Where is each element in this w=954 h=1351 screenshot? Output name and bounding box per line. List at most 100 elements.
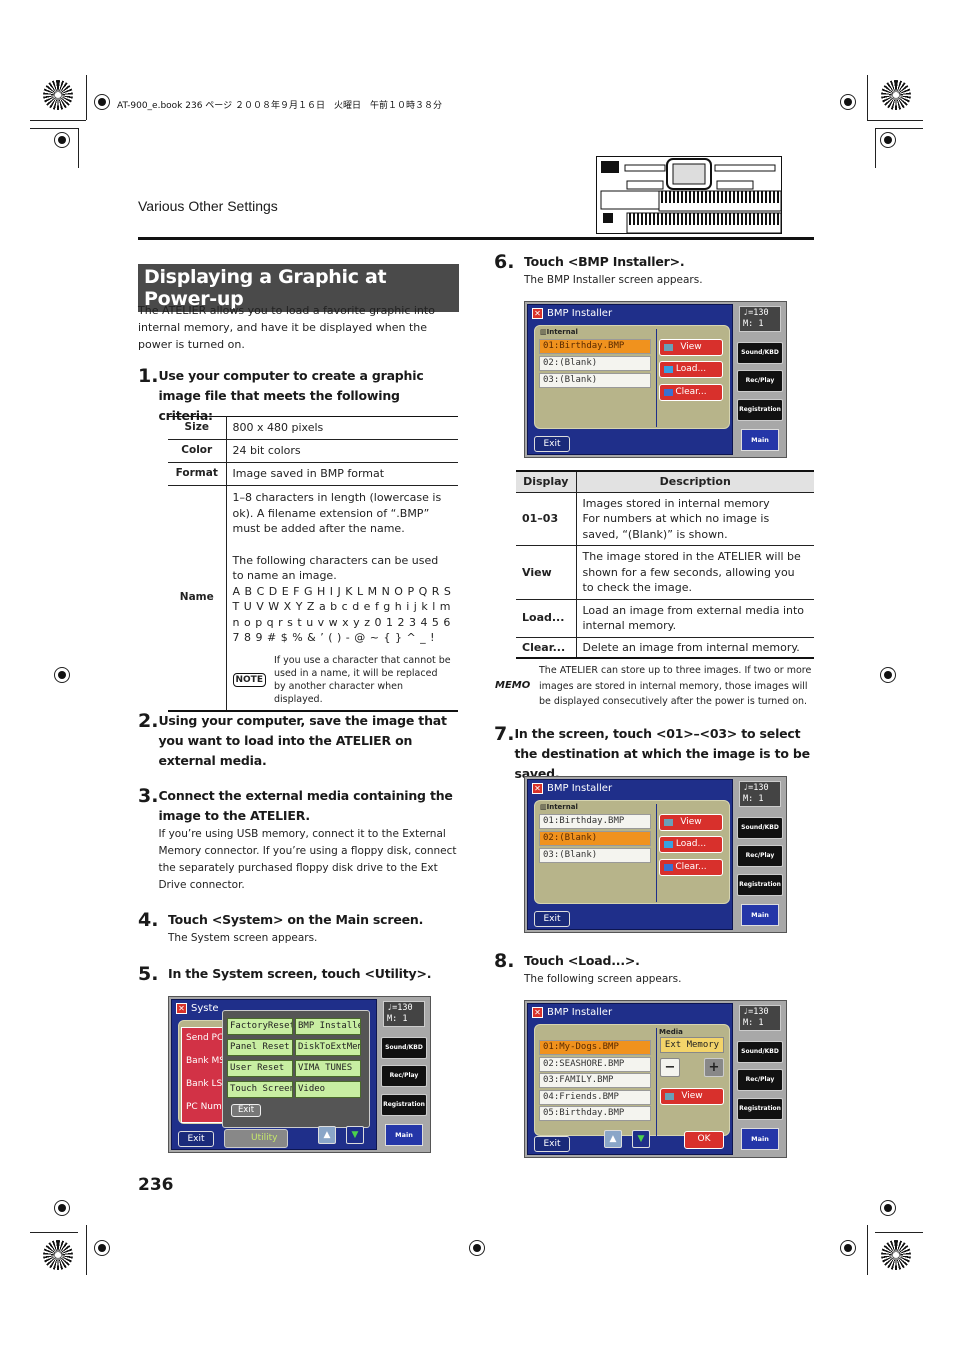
system-item[interactable]: Send PC: [186, 1033, 223, 1043]
crop-mark: [867, 120, 923, 121]
load-button[interactable]: Load...: [659, 836, 723, 853]
black-key: [757, 213, 759, 225]
registration-button[interactable]: Registration: [737, 1098, 783, 1120]
rec-play-button[interactable]: Rec/Play: [737, 845, 783, 867]
black-key: [709, 213, 711, 225]
utility-tab[interactable]: Utility: [224, 1129, 288, 1148]
criteria-value: 800 x 480 pixels: [226, 416, 458, 440]
utility-item-user-reset[interactable]: User Reset: [227, 1060, 293, 1077]
media-select[interactable]: Ext Memory: [660, 1037, 724, 1053]
black-key: [749, 191, 751, 203]
side-panel: ♩=130 M: 1 Sound/KBD Rec/Play Registratio…: [736, 779, 784, 930]
scroll-down-button[interactable]: ▼: [346, 1126, 364, 1144]
sound-kbd-button[interactable]: Sound/KBD: [381, 1037, 427, 1059]
close-icon[interactable]: ✕: [532, 1007, 543, 1018]
sound-kbd-button[interactable]: Sound/KBD: [737, 342, 783, 364]
list-item[interactable]: 01:My-Dogs.BMP: [539, 1040, 651, 1055]
sound-kbd-button[interactable]: Sound/KBD: [737, 1041, 783, 1063]
black-key: [753, 213, 755, 225]
screen-title: BMP Installer: [547, 783, 613, 794]
scroll-up-button[interactable]: ▲: [318, 1126, 336, 1144]
black-key: [773, 191, 775, 203]
main-button[interactable]: Main: [741, 1128, 779, 1150]
utility-item-video[interactable]: Video: [295, 1081, 361, 1098]
step-body: The BMP Installer screen appears.: [524, 274, 703, 286]
step-3: 3. Connect the external media containing…: [138, 786, 458, 894]
row-value: The image stored in the ATELIER will be …: [576, 545, 814, 600]
system-item[interactable]: Bank LS: [186, 1079, 222, 1089]
exit-button[interactable]: Exit: [534, 436, 570, 452]
screen-title: BMP Installer: [547, 308, 613, 319]
clear-button[interactable]: Clear...: [659, 384, 723, 401]
registration-button[interactable]: Registration: [737, 874, 783, 896]
view-button[interactable]: View: [659, 339, 723, 356]
list-item[interactable]: 03:(Blank): [539, 373, 651, 388]
utility-item-panel-reset[interactable]: Panel Reset: [227, 1039, 293, 1056]
main-button[interactable]: Main: [741, 429, 779, 451]
utility-item-touch-screen[interactable]: Touch Screen: [227, 1081, 293, 1098]
black-key: [725, 213, 727, 225]
system-item[interactable]: Bank MS: [186, 1056, 225, 1066]
exit-button[interactable]: Exit: [534, 1136, 570, 1152]
screen-title: Syste: [191, 1003, 219, 1014]
close-icon[interactable]: ✕: [176, 1003, 187, 1014]
list-item[interactable]: 02:SEASHORE.BMP: [539, 1057, 651, 1072]
scroll-down-button[interactable]: ▼: [632, 1130, 650, 1148]
rec-play-button[interactable]: Rec/Play: [737, 370, 783, 392]
list-item[interactable]: 03:(Blank): [539, 848, 651, 863]
ok-button[interactable]: OK: [684, 1131, 724, 1149]
close-icon[interactable]: ✕: [532, 308, 543, 319]
black-key: [737, 191, 739, 203]
table-row: View The image stored in the ATELIER will…: [516, 545, 814, 600]
rec-play-button[interactable]: Rec/Play: [737, 1069, 783, 1091]
registration-mark: [54, 132, 70, 148]
load-button[interactable]: Load...: [659, 361, 723, 378]
list-item[interactable]: 05:Birthday.BMP: [539, 1106, 651, 1121]
main-button[interactable]: Main: [385, 1124, 423, 1146]
utility-item-bmp-installer[interactable]: BMP Installer: [295, 1018, 361, 1035]
list-item[interactable]: 02:(Blank): [539, 831, 651, 846]
black-key: [733, 213, 735, 225]
exit-button[interactable]: Exit: [534, 911, 570, 927]
step-title: In the System screen, touch <Utility>.: [168, 966, 432, 981]
black-key: [769, 213, 771, 225]
crop-mark: [867, 1225, 868, 1275]
black-key: [633, 213, 635, 225]
load-icon: [664, 366, 673, 373]
black-key: [749, 213, 751, 225]
step-title: Connect the external media containing th…: [158, 788, 453, 823]
internal-label: ▥Internal: [540, 328, 578, 336]
sound-kbd-button[interactable]: Sound/KBD: [737, 817, 783, 839]
clear-button[interactable]: Clear...: [659, 859, 723, 876]
list-item[interactable]: 04:Friends.BMP: [539, 1090, 651, 1105]
list-item[interactable]: 01:Birthday.BMP: [539, 339, 651, 354]
plus-button[interactable]: +: [704, 1058, 724, 1077]
close-icon[interactable]: ✕: [532, 783, 543, 794]
view-button[interactable]: View: [659, 814, 723, 831]
registration-button[interactable]: Registration: [381, 1094, 427, 1116]
rec-play-button[interactable]: Rec/Play: [381, 1065, 427, 1087]
utility-item-disk-to-ext-mem[interactable]: DiskToExtMem: [295, 1039, 361, 1056]
utility-item-factory-reset[interactable]: FactoryReset: [227, 1018, 293, 1035]
tempo-display: ♩=130 M: 1: [739, 306, 781, 332]
intro-text: The ATELIER allows you to load a favorit…: [138, 304, 435, 351]
view-button[interactable]: View: [660, 1088, 724, 1105]
black-key: [705, 191, 707, 203]
list-item[interactable]: 03:FAMILY.BMP: [539, 1073, 651, 1088]
crop-mark: [30, 128, 78, 129]
utility-item-vima-tunes[interactable]: VIMA TUNES: [295, 1060, 361, 1077]
black-key: [629, 213, 631, 225]
minus-button[interactable]: −: [660, 1058, 680, 1077]
popup-exit-button[interactable]: Exit: [231, 1104, 261, 1117]
black-key: [765, 191, 767, 203]
registration-button[interactable]: Registration: [737, 399, 783, 421]
registration-mark: [469, 1240, 485, 1256]
list-item[interactable]: 01:Birthday.BMP: [539, 814, 651, 829]
scroll-up-button[interactable]: ▲: [604, 1130, 622, 1148]
list-item[interactable]: 02:(Blank): [539, 356, 651, 371]
black-key: [673, 191, 675, 203]
exit-button[interactable]: Exit: [178, 1131, 214, 1147]
main-button[interactable]: Main: [741, 904, 779, 926]
black-key: [677, 191, 679, 203]
black-key: [681, 213, 683, 225]
